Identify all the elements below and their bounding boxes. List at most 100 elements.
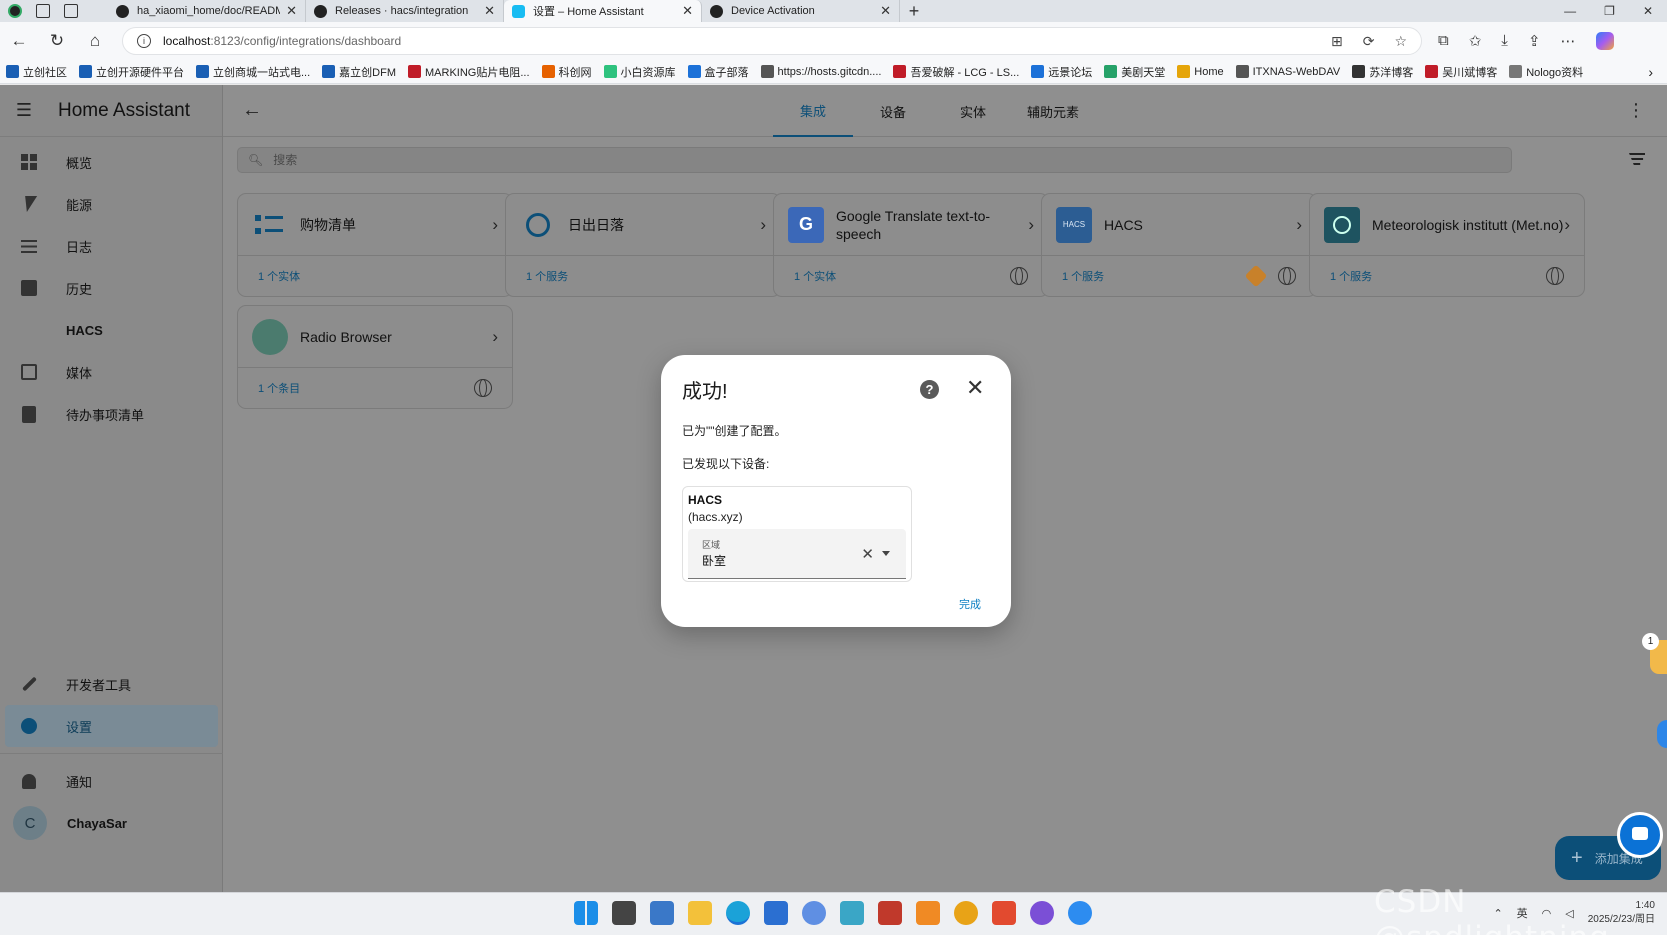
- chevron-right-icon[interactable]: ›: [492, 327, 498, 347]
- bookmark-item[interactable]: https://hosts.gitcdn....: [760, 65, 881, 78]
- app-icon[interactable]: [916, 901, 940, 925]
- clear-icon[interactable]: ✕: [861, 545, 874, 563]
- close-icon[interactable]: ✕: [286, 3, 297, 19]
- card-header[interactable]: Meteorologisk institutt (Met.no) ›: [1310, 194, 1584, 256]
- card-header[interactable]: 日出日落 ›: [506, 194, 780, 256]
- integration-card-sun[interactable]: 日出日落 › 1 个服务: [505, 193, 781, 297]
- new-tab-button[interactable]: +: [900, 0, 928, 22]
- back-arrow-icon[interactable]: ←: [0, 31, 38, 51]
- downloads-icon[interactable]: ⤓: [1501, 32, 1508, 50]
- app-icon[interactable]: [1030, 901, 1054, 925]
- bookmark-item[interactable]: 立创开源硬件平台: [79, 64, 184, 80]
- app-icon[interactable]: [1068, 901, 1092, 925]
- app-available-icon[interactable]: ⊞: [1331, 33, 1343, 50]
- share-icon[interactable]: ⇪: [1528, 32, 1541, 50]
- menu-collapse-icon[interactable]: ☰: [0, 100, 48, 121]
- integration-card-shopping-list[interactable]: 购物清单 › 1 个实体: [237, 193, 513, 297]
- refresh-icon[interactable]: ↻: [38, 31, 76, 51]
- sidebar-item-media[interactable]: 媒体: [5, 351, 217, 393]
- copilot-icon[interactable]: [1595, 32, 1614, 50]
- card-header[interactable]: 购物清单 ›: [238, 194, 512, 256]
- card-entity-count[interactable]: 1 个实体: [258, 268, 300, 284]
- minimize-icon[interactable]: —: [1564, 4, 1576, 18]
- sidebar-item-hacs[interactable]: HACS: [5, 309, 217, 351]
- card-entity-count[interactable]: 1 个服务: [1330, 268, 1372, 284]
- wps-icon[interactable]: [992, 901, 1016, 925]
- home-icon[interactable]: ⌂: [76, 31, 114, 51]
- close-icon[interactable]: ✕: [966, 375, 984, 401]
- bookmark-item[interactable]: 美剧天堂: [1104, 64, 1165, 80]
- integration-card-met-no[interactable]: Meteorologisk institutt (Met.no) › 1 个服务: [1309, 193, 1585, 297]
- sidebar-item-settings[interactable]: 设置: [5, 705, 218, 747]
- done-button[interactable]: 完成: [959, 596, 981, 612]
- vertical-tabs-icon[interactable]: [64, 4, 78, 18]
- close-icon[interactable]: ✕: [880, 3, 891, 19]
- browser-tab-2[interactable]: 设置 – Home Assistant ✕: [504, 0, 702, 22]
- edge-browser-icon[interactable]: [726, 901, 750, 925]
- bookmark-item[interactable]: 远景论坛: [1031, 64, 1092, 80]
- extensions-icon[interactable]: ⧉: [1438, 32, 1449, 50]
- bookmark-item[interactable]: 立创商城一站式电...: [196, 64, 310, 80]
- task-view-icon[interactable]: [612, 901, 636, 925]
- site-info-icon[interactable]: i: [137, 34, 151, 48]
- bookmark-item[interactable]: 小白资源库: [603, 64, 676, 80]
- file-explorer-icon[interactable]: [688, 901, 712, 925]
- integration-card-google-translate[interactable]: G Google Translate text-to-speech › 1 个实…: [773, 193, 1049, 297]
- bookmark-item[interactable]: 嘉立创DFM: [322, 64, 396, 80]
- area-select[interactable]: 区域 卧室 ✕: [688, 529, 906, 579]
- bookmark-item[interactable]: ITXNAS-WebDAV: [1235, 65, 1340, 78]
- favorites-icon[interactable]: ✩: [1469, 32, 1482, 50]
- app-icon[interactable]: [764, 901, 788, 925]
- browser-tab-3[interactable]: Device Activation ✕: [702, 0, 900, 22]
- card-entity-count[interactable]: 1 个条目: [258, 380, 300, 396]
- tab-helpers[interactable]: 辅助元素: [1013, 85, 1093, 137]
- tab-integrations[interactable]: 集成: [773, 85, 853, 137]
- search-app-icon[interactable]: [954, 901, 978, 925]
- card-header[interactable]: G Google Translate text-to-speech ›: [774, 194, 1048, 256]
- edge-sidebar-handle[interactable]: [1657, 720, 1667, 748]
- search-input[interactable]: 🔍︎ 搜索: [237, 146, 1512, 173]
- maximize-icon[interactable]: ❐: [1604, 4, 1615, 18]
- sidebar-item-overview[interactable]: 概览: [5, 141, 217, 183]
- chevron-right-icon[interactable]: ›: [760, 215, 766, 235]
- close-window-icon[interactable]: ✕: [1643, 4, 1653, 18]
- integration-card-hacs[interactable]: HACS HACS › 1 个服务: [1041, 193, 1317, 297]
- card-entity-count[interactable]: 1 个实体: [794, 268, 836, 284]
- bookmark-item[interactable]: 盒子部落: [687, 64, 749, 80]
- browser-tab-0[interactable]: ha_xiaomi_home/doc/README_zh ✕: [108, 0, 306, 22]
- bookmark-item[interactable]: 立创社区: [6, 64, 67, 80]
- bookmark-item[interactable]: 科创网: [541, 64, 592, 80]
- browser-tab-1[interactable]: Releases · hacs/integration ✕: [306, 0, 504, 22]
- workspaces-icon[interactable]: [36, 4, 50, 18]
- card-entity-count[interactable]: 1 个服务: [1062, 268, 1104, 284]
- more-vert-icon[interactable]: ⋮: [1627, 100, 1645, 121]
- card-header[interactable]: HACS HACS ›: [1042, 194, 1316, 256]
- profile-avatar-icon[interactable]: [8, 4, 22, 18]
- sidebar-item-logbook[interactable]: 日志: [5, 225, 217, 267]
- bookmark-item[interactable]: 吴川斌博客: [1425, 64, 1497, 80]
- dropdown-arrow-icon[interactable]: [882, 551, 890, 556]
- card-entity-count[interactable]: 1 个服务: [526, 268, 568, 284]
- card-header[interactable]: Radio Browser ›: [238, 306, 512, 368]
- url-input[interactable]: i localhost:8123/config/integrations/das…: [122, 27, 1422, 55]
- favorite-star-icon[interactable]: ☆: [1394, 33, 1407, 50]
- tab-entities[interactable]: 实体: [933, 85, 1013, 137]
- sidebar-item-notifications[interactable]: 通知: [5, 760, 218, 802]
- sidebar-item-developer-tools[interactable]: 开发者工具: [5, 663, 218, 705]
- tab-devices[interactable]: 设备: [853, 85, 933, 137]
- integration-card-radio-browser[interactable]: Radio Browser › 1 个条目: [237, 305, 513, 409]
- bookmark-item[interactable]: 苏洋博客: [1352, 64, 1413, 80]
- translate-icon[interactable]: ⟳: [1363, 33, 1375, 50]
- chat-assistant-icon[interactable]: [1617, 812, 1663, 858]
- sidebar-item-todo[interactable]: 待办事项清单: [5, 393, 217, 435]
- chevron-right-icon[interactable]: ›: [1564, 215, 1570, 235]
- help-icon[interactable]: ?: [920, 380, 939, 399]
- chevron-right-icon[interactable]: ›: [1028, 215, 1034, 235]
- app-icon[interactable]: [840, 901, 864, 925]
- filter-icon[interactable]: [1629, 153, 1645, 165]
- bookmark-item[interactable]: Nologo资料: [1509, 64, 1583, 80]
- windows-start-icon[interactable]: [574, 901, 598, 925]
- sidebar-item-profile[interactable]: C ChayaSar: [5, 802, 218, 844]
- bookmark-item[interactable]: MARKING贴片电阻...: [408, 64, 530, 80]
- sidebar-item-history[interactable]: 历史: [5, 267, 217, 309]
